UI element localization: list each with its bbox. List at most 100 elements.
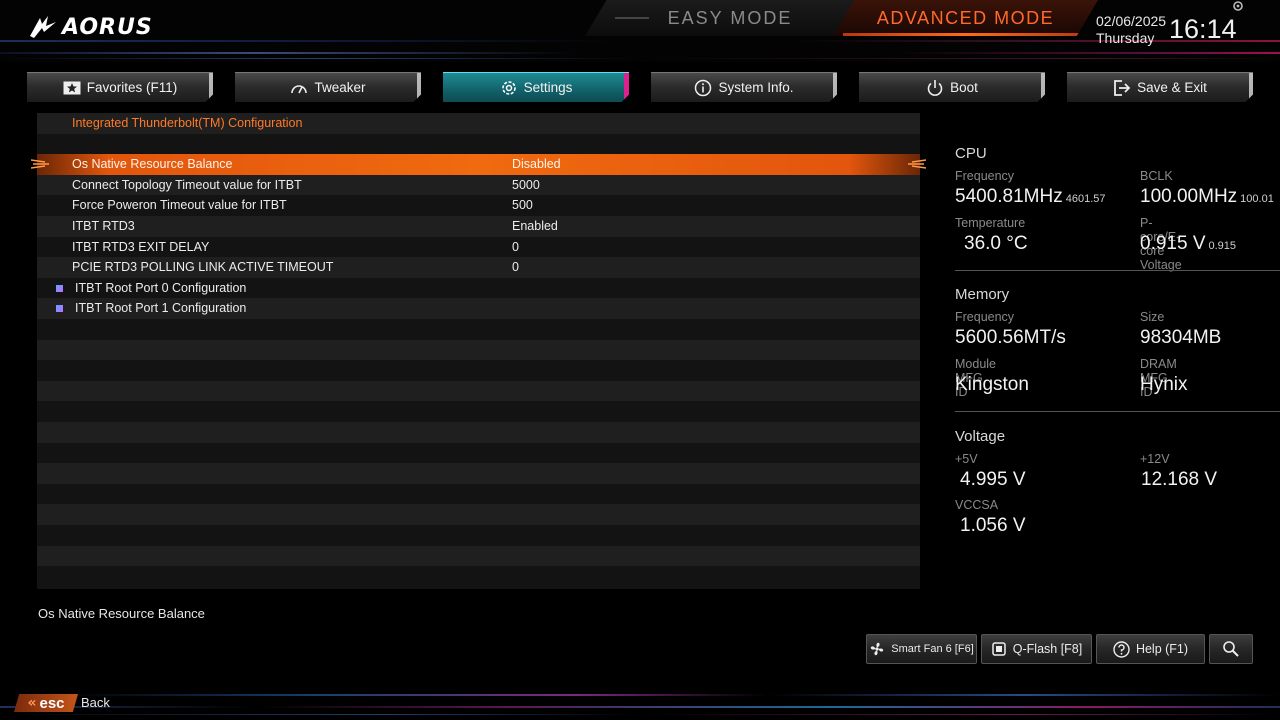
cpu-temperature-value: 36.0 °C	[964, 233, 1028, 254]
setting-label: ITBT RTD3 EXIT DELAY	[72, 239, 210, 254]
bclk-value: 100.00MHz 100.01	[1140, 186, 1274, 208]
empty-row	[37, 566, 920, 589]
v12-value: 12.168 V	[1141, 469, 1218, 490]
esc-button[interactable]: « esc	[14, 694, 78, 712]
setting-row-os-native-resource-balance[interactable]: Os Native Resource Balance Disabled	[31, 154, 926, 175]
setting-row-itbt-rtd3-exit-delay[interactable]: ITBT RTD3 EXIT DELAY 0	[37, 236, 920, 258]
easy-mode-label: EASY MODE	[667, 7, 793, 28]
tab-tweaker[interactable]: Tweaker	[235, 72, 421, 102]
decor-dash	[615, 17, 649, 19]
v5-value: 4.995 V	[960, 469, 1026, 490]
highlight-edge-left	[31, 159, 49, 169]
vccsa-value: 1.056 V	[960, 515, 1026, 536]
help-button[interactable]: Help (F1)	[1096, 634, 1205, 664]
highlight-edge-right	[908, 159, 926, 169]
setting-value[interactable]: Disabled	[512, 157, 561, 171]
empty-row	[37, 545, 920, 567]
decor-streak	[0, 40, 1280, 42]
core-voltage-main: 0.915 V	[1140, 233, 1206, 254]
setting-value[interactable]: 0	[512, 240, 519, 254]
submenu-itbt-root-port-1[interactable]: ITBT Root Port 1 Configuration	[37, 298, 920, 319]
tab-label: Boot	[950, 80, 978, 95]
cpu-frequency-value: 5400.81MHz 4601.57	[955, 186, 1106, 208]
v12-label: +12V	[1140, 452, 1170, 466]
setting-label: Force Poweron Timeout value for ITBT	[72, 198, 287, 213]
empty-row	[37, 339, 920, 361]
fan-icon	[871, 642, 884, 656]
setting-row-pcie-rtd3-polling[interactable]: PCIE RTD3 POLLING LINK ACTIVE TIMEOUT 0	[37, 257, 920, 278]
setting-value[interactable]: 500	[512, 198, 533, 212]
empty-row	[37, 133, 920, 155]
setting-label: Os Native Resource Balance	[72, 157, 233, 172]
empty-row	[37, 319, 920, 340]
chip-icon	[992, 642, 1006, 656]
divider	[955, 411, 1280, 412]
top-bar: AORUS EASY MODE ADVANCED MODE 02/06/2025…	[0, 0, 1280, 62]
exit-icon	[1114, 79, 1131, 96]
section-header: Integrated Thunderbolt(TM) Configuration	[72, 116, 303, 130]
info-icon	[695, 79, 712, 96]
core-voltage-sub: 0.915	[1208, 240, 1237, 252]
bottom-decor	[0, 690, 1280, 720]
tab-label: Tweaker	[314, 80, 366, 95]
setting-value[interactable]: Enabled	[512, 219, 558, 233]
tab-system-info[interactable]: System Info.	[651, 72, 837, 102]
memory-frequency-value: 5600.56MT/s	[955, 327, 1066, 348]
aorus-logo: AORUS	[28, 14, 153, 40]
empty-row	[37, 360, 920, 381]
advanced-mode-button[interactable]: ADVANCED MODE	[833, 0, 1098, 36]
decor-streak	[0, 52, 1280, 54]
cpu-temperature-label: Temperature	[955, 216, 1026, 230]
falcon-icon	[30, 16, 56, 38]
decor-streak	[0, 706, 1280, 708]
weekday-text: Thursday	[1096, 30, 1155, 46]
date-display: 02/06/2025 Thursday	[1096, 13, 1166, 47]
voltage-title: Voltage	[955, 428, 1006, 445]
help-label: Help (F1)	[1135, 642, 1189, 656]
setting-row-itbt-rtd3[interactable]: ITBT RTD3 Enabled	[37, 216, 920, 237]
help-description: Os Native Resource Balance	[38, 606, 205, 621]
esc-key-label: esc	[39, 694, 65, 712]
decor-streak	[0, 714, 1280, 715]
tab-label: System Info.	[718, 80, 794, 95]
tab-label: Settings	[523, 80, 573, 95]
cpu-title: CPU	[955, 145, 987, 162]
empty-row	[37, 504, 920, 525]
divider	[955, 270, 1280, 271]
qflash-button[interactable]: Q-Flash [F8]	[981, 634, 1092, 664]
search-icon	[1223, 641, 1239, 657]
tab-save-exit[interactable]: Save & Exit	[1067, 72, 1253, 102]
smart-fan-button[interactable]: Smart Fan 6 [F6]	[866, 634, 977, 664]
tab-settings[interactable]: Settings	[443, 72, 629, 102]
core-voltage-value: 0.915 V 0.915	[1140, 233, 1236, 255]
setting-value[interactable]: 0	[512, 260, 519, 274]
bclk-sub: 100.01	[1240, 193, 1274, 205]
setting-row-force-poweron-timeout[interactable]: Force Poweron Timeout value for ITBT 500	[37, 195, 920, 216]
settings-gear-icon[interactable]	[1232, 0, 1244, 12]
submenu-label: ITBT Root Port 0 Configuration	[75, 280, 247, 295]
tab-boot[interactable]: Boot	[859, 72, 1045, 102]
section-header-row: Integrated Thunderbolt(TM) Configuration	[37, 113, 920, 134]
submenu-itbt-root-port-0[interactable]: ITBT Root Port 0 Configuration	[37, 277, 920, 299]
date-text: 02/06/2025	[1096, 13, 1167, 29]
empty-row	[37, 422, 920, 443]
empty-row	[37, 380, 920, 402]
empty-row	[37, 442, 920, 464]
tab-label: Save & Exit	[1137, 80, 1207, 95]
search-button[interactable]	[1209, 634, 1253, 664]
double-chevron-left-icon: «	[27, 695, 37, 711]
clock-time: 16:14	[1169, 14, 1237, 44]
tab-favorites[interactable]: Favorites (F11)	[27, 72, 213, 102]
submenu-bullet-icon	[56, 284, 63, 292]
brand-name: AORUS	[62, 14, 153, 40]
setting-row-connect-topology-timeout[interactable]: Connect Topology Timeout value for ITBT …	[37, 174, 920, 196]
cpu-frequency-label: Frequency	[955, 169, 1015, 183]
v5-label: +5V	[955, 452, 978, 466]
memory-size-value: 98304MB	[1140, 327, 1222, 348]
settings-panel: Integrated Thunderbolt(TM) Configuration…	[31, 113, 926, 589]
back-label[interactable]: Back	[81, 695, 110, 710]
power-icon	[927, 79, 943, 96]
setting-value[interactable]: 5000	[512, 178, 540, 192]
setting-label: ITBT RTD3	[72, 219, 135, 233]
easy-mode-button[interactable]: EASY MODE	[585, 0, 855, 36]
